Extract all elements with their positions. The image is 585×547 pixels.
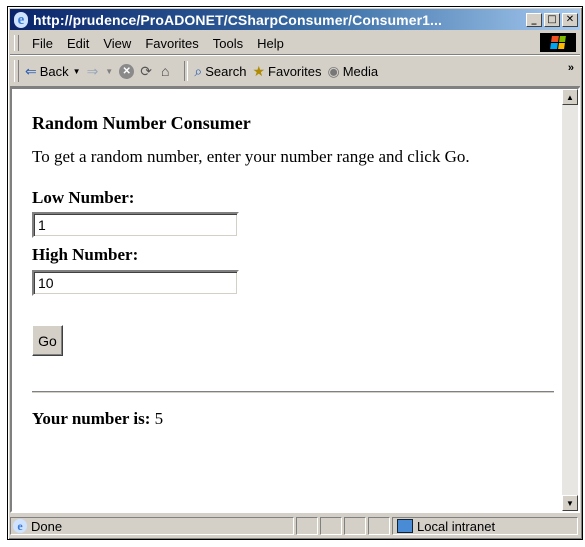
close-button[interactable]: ✕	[562, 12, 578, 27]
windows-logo-icon	[540, 33, 576, 52]
vertical-scrollbar[interactable]: ▲ ▼	[562, 89, 578, 511]
home-button[interactable]: ⌂	[161, 63, 172, 79]
browser-window: e http://prudence/ProADONET/CSharpConsum…	[7, 6, 583, 540]
back-dropdown-icon[interactable]: ▼	[73, 67, 81, 76]
zone-text: Local intranet	[417, 518, 496, 534]
low-number-label: Low Number:	[32, 188, 135, 207]
toolbar-grip	[14, 60, 19, 82]
back-button[interactable]: ⇐ Back ▼	[25, 63, 81, 80]
result-label: Your number is:	[32, 409, 151, 428]
page-title: Random Number Consumer	[32, 113, 251, 133]
menu-favorites[interactable]: Favorites	[138, 36, 205, 51]
favorites-icon: ★	[252, 62, 266, 79]
ie-icon: e	[13, 11, 29, 28]
status-text-panel: e Done	[10, 517, 294, 535]
intranet-icon	[397, 519, 413, 533]
status-panel-1	[296, 517, 318, 535]
maximize-button[interactable]: □	[544, 12, 560, 27]
menu-edit[interactable]: Edit	[60, 36, 96, 51]
menu-view[interactable]: View	[96, 36, 138, 51]
page-done-icon: e	[13, 519, 27, 533]
intro-text: To get a random number, enter your numbe…	[32, 147, 470, 166]
high-number-input[interactable]: 10	[32, 270, 239, 296]
menu-file[interactable]: File	[25, 36, 60, 51]
menu-bar: File Edit View Favorites Tools Help	[10, 32, 580, 55]
status-panel-2	[320, 517, 342, 535]
scroll-down-icon[interactable]: ▼	[562, 495, 578, 511]
toolbar-separator	[184, 61, 189, 81]
forward-button[interactable]: ⇒ ▼	[87, 63, 114, 80]
toolbar: ⇐ Back ▼ ⇒ ▼ ✕ ⟳ ⌂ ⌕ Search ★ Favorites …	[10, 55, 580, 87]
media-label: Media	[342, 63, 379, 79]
scroll-up-icon[interactable]: ▲	[562, 89, 578, 105]
zone-panel: Local intranet	[392, 517, 578, 535]
status-bar: e Done Local intranet	[10, 515, 580, 537]
page-viewport: Random Number Consumer To get a random n…	[10, 87, 580, 513]
back-arrow-icon: ⇐	[25, 62, 37, 79]
search-icon: ⌕	[194, 62, 203, 79]
status-panel-3	[344, 517, 366, 535]
divider	[32, 391, 554, 393]
go-button[interactable]: Go	[32, 325, 63, 356]
toolbar-overflow-icon[interactable]: »	[568, 62, 574, 74]
menu-tools[interactable]: Tools	[206, 36, 250, 51]
refresh-button[interactable]: ⟳	[140, 63, 155, 80]
stop-button[interactable]: ✕	[119, 63, 135, 79]
title-bar: e http://prudence/ProADONET/CSharpConsum…	[10, 9, 580, 30]
window-title: http://prudence/ProADONET/CSharpConsumer…	[33, 11, 443, 28]
stop-icon: ✕	[119, 63, 135, 79]
status-text: Done	[31, 518, 63, 534]
minimize-button[interactable]: _	[526, 12, 542, 27]
back-label: Back	[39, 63, 69, 79]
status-panel-4	[368, 517, 390, 535]
low-number-input[interactable]: 1	[32, 212, 239, 238]
search-button[interactable]: ⌕ Search	[194, 63, 246, 80]
menu-grip	[14, 35, 19, 51]
menu-help[interactable]: Help	[250, 36, 291, 51]
high-number-label: High Number:	[32, 245, 139, 264]
refresh-icon: ⟳	[140, 62, 152, 79]
media-button[interactable]: ◉ Media	[328, 63, 379, 80]
forward-dropdown-icon[interactable]: ▼	[105, 67, 113, 76]
home-icon: ⌂	[160, 63, 170, 79]
favorites-button[interactable]: ★ Favorites	[252, 63, 321, 80]
forward-arrow-icon: ⇒	[86, 62, 99, 79]
result-value: 5	[154, 409, 164, 428]
result-line: Your number is: 5	[32, 409, 163, 429]
search-label: Search	[205, 63, 247, 79]
media-icon: ◉	[327, 62, 340, 79]
favorites-label: Favorites	[268, 63, 322, 79]
